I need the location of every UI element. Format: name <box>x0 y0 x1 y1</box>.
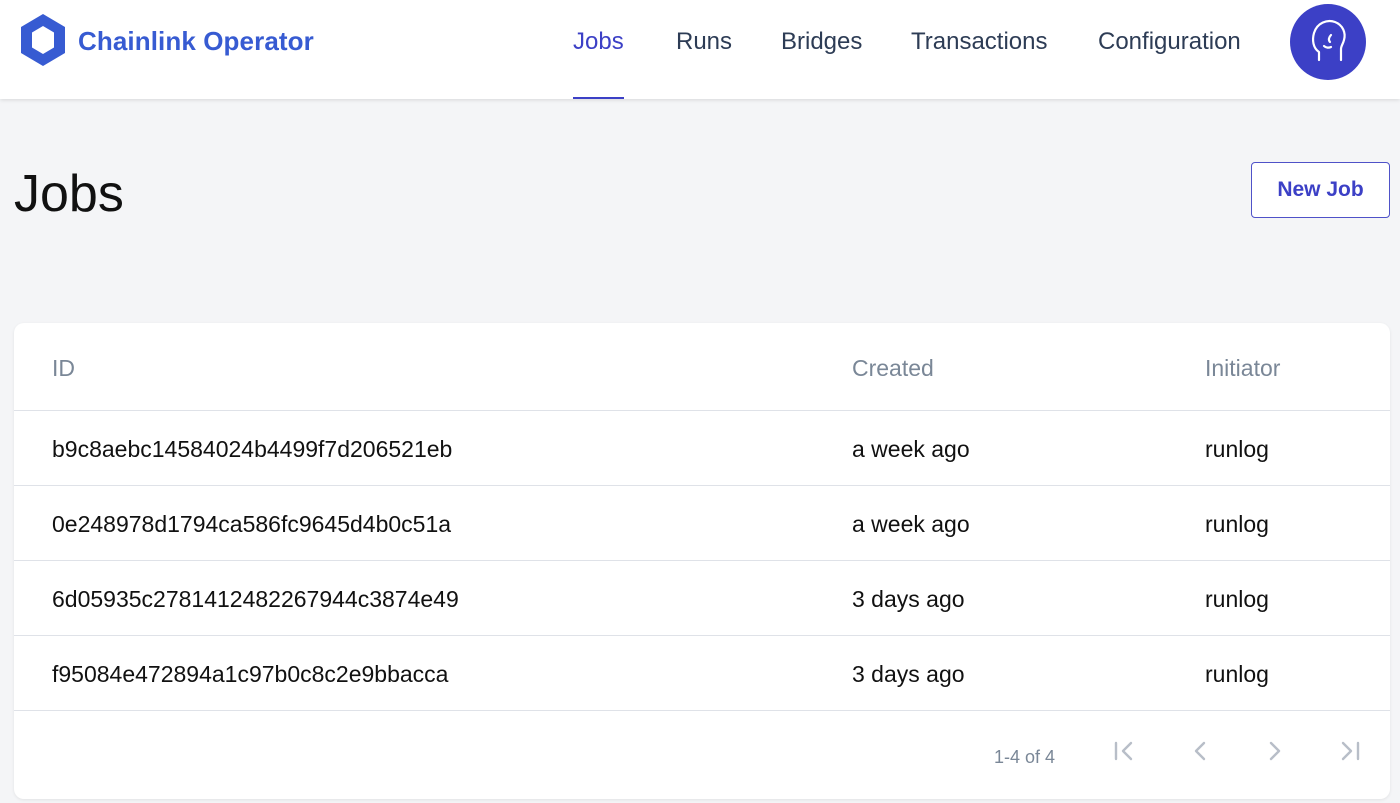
table-row[interactable]: b9c8aebc14584024b4499f7d206521eb a week … <box>14 411 1390 486</box>
job-initiator: runlog <box>1205 661 1269 687</box>
table-row[interactable]: f95084e472894a1c97b0c8c2e9bbacca 3 days … <box>14 636 1390 711</box>
column-header-created: Created <box>852 355 934 381</box>
column-header-initiator: Initiator <box>1205 355 1281 381</box>
nav-bridges[interactable]: Bridges <box>781 28 862 99</box>
page-title: Jobs <box>14 165 124 223</box>
job-id-link[interactable]: 0e248978d1794ca586fc9645d4b0c51a <box>52 511 451 538</box>
nav-configuration[interactable]: Configuration <box>1098 28 1241 99</box>
pagination-count: 1-4 of 4 <box>994 747 1056 767</box>
job-initiator: runlog <box>1205 436 1269 462</box>
avatar[interactable] <box>1290 4 1366 80</box>
user-head-icon <box>1306 16 1350 69</box>
jobs-table: ID Created Initiator b9c8aebc14584024b44… <box>14 323 1390 799</box>
last-page-button[interactable] <box>1330 731 1370 771</box>
job-created: a week ago <box>852 436 970 462</box>
job-id-link[interactable]: 6d05935c2781412482267944c3874e49 <box>52 586 459 613</box>
brand[interactable]: Chainlink Operator <box>18 12 314 73</box>
job-id-link[interactable]: b9c8aebc14584024b4499f7d206521eb <box>52 436 452 463</box>
table-header: ID Created Initiator <box>14 323 1390 411</box>
job-id-link[interactable]: f95084e472894a1c97b0c8c2e9bbacca <box>52 661 448 688</box>
nav-runs[interactable]: Runs <box>676 28 732 99</box>
nav-jobs[interactable]: Jobs <box>573 28 624 99</box>
table-row[interactable]: 6d05935c2781412482267944c3874e49 3 days … <box>14 561 1390 636</box>
next-page-button[interactable] <box>1255 731 1295 771</box>
last-page-icon <box>1341 741 1360 761</box>
previous-page-button[interactable] <box>1180 731 1220 771</box>
previous-page-icon <box>1194 741 1206 761</box>
nav-transactions[interactable]: Transactions <box>911 28 1048 99</box>
next-page-icon <box>1269 741 1281 761</box>
job-created: 3 days ago <box>852 586 965 612</box>
first-page-button[interactable] <box>1104 731 1144 771</box>
job-created: a week ago <box>852 511 970 537</box>
first-page-icon <box>1114 741 1133 761</box>
column-header-id: ID <box>52 355 75 381</box>
brand-name: Chainlink Operator <box>78 25 314 56</box>
table-row[interactable]: 0e248978d1794ca586fc9645d4b0c51a a week … <box>14 486 1390 561</box>
chainlink-logo-icon <box>18 12 68 73</box>
new-job-button[interactable]: New Job <box>1251 162 1390 218</box>
pagination: 1-4 of 4 <box>14 711 1390 799</box>
job-initiator: runlog <box>1205 586 1269 612</box>
job-initiator: runlog <box>1205 511 1269 537</box>
app-header: Chainlink Operator Jobs Runs Bridges Tra… <box>0 0 1400 99</box>
job-created: 3 days ago <box>852 661 965 687</box>
